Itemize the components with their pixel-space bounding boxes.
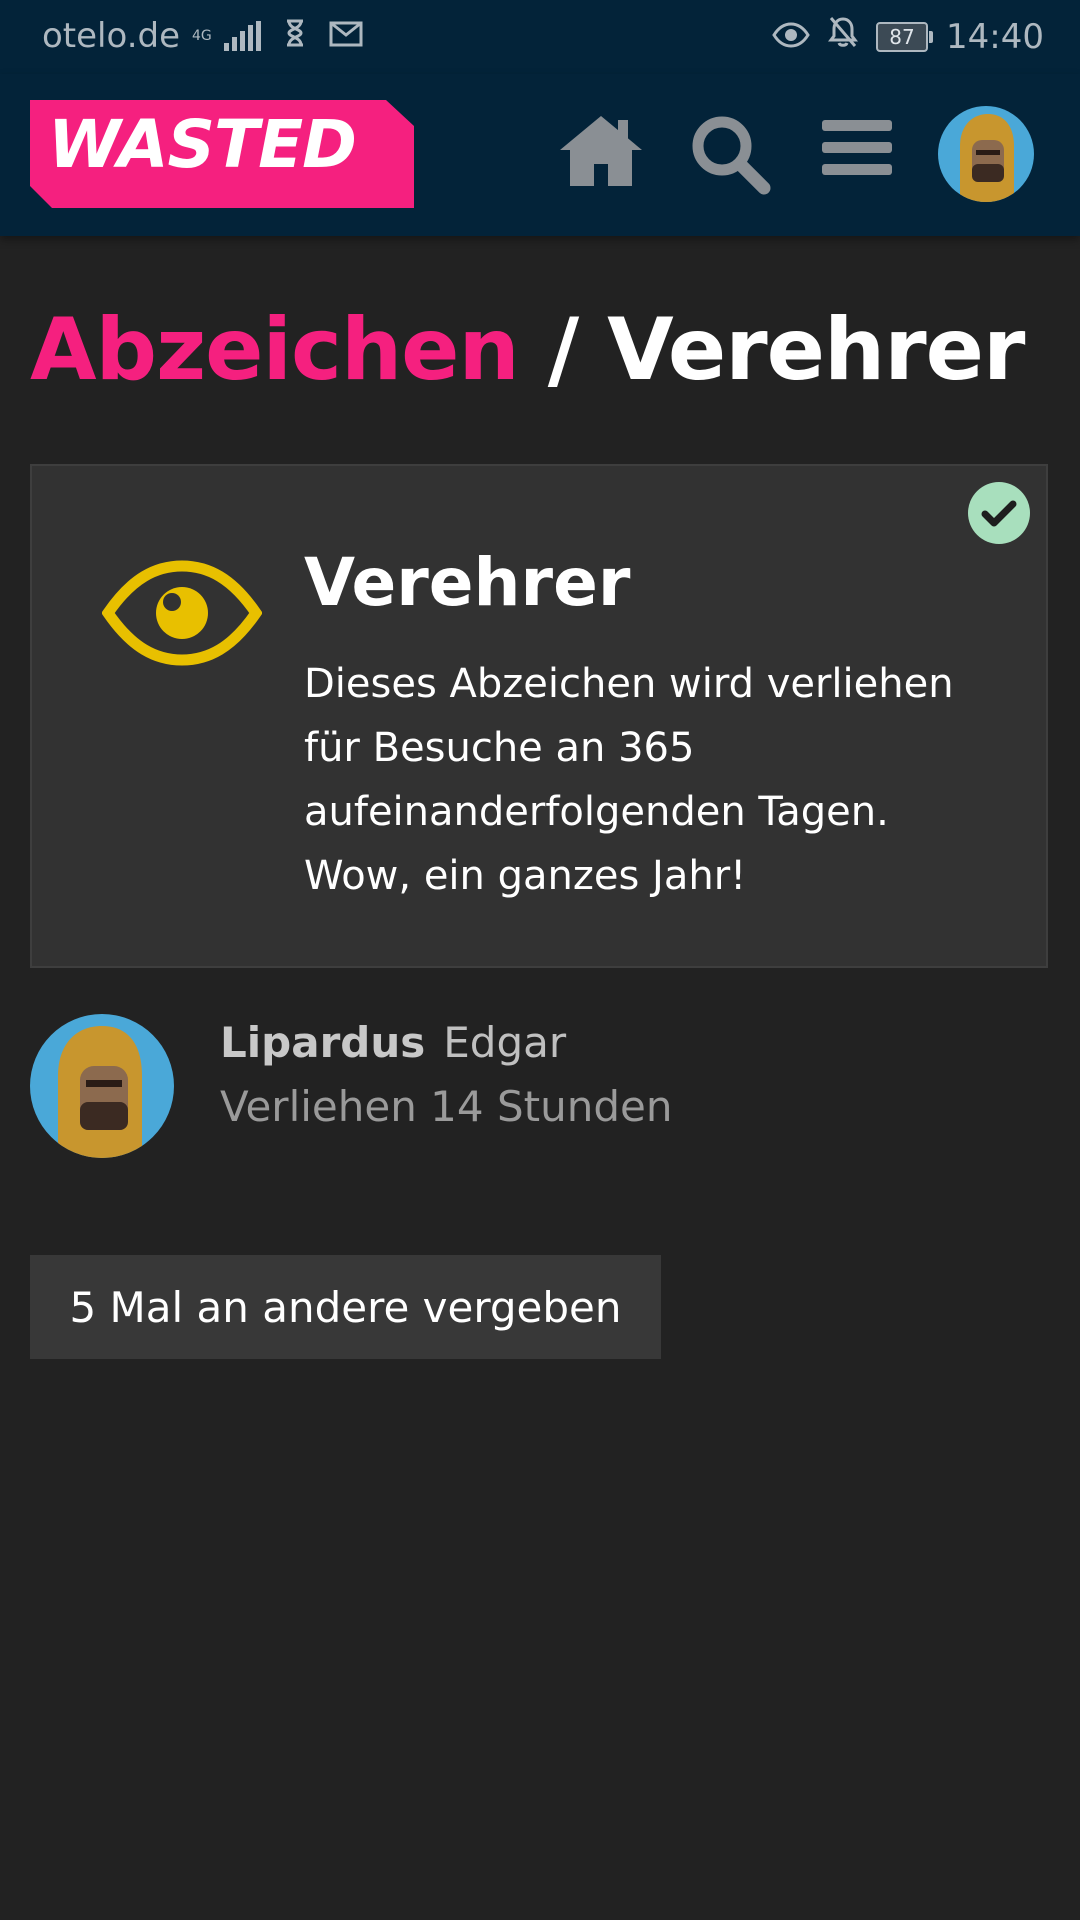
- breadcrumb-badges-link[interactable]: Abzeichen: [30, 300, 520, 400]
- status-left: otelo.de 4G: [42, 16, 363, 56]
- breadcrumb-separator: /: [547, 300, 579, 400]
- home-icon[interactable]: [556, 112, 646, 192]
- site-logo[interactable]: WASTED: [30, 100, 414, 208]
- granted-to-others-button[interactable]: 5 Mal an andere vergeben: [30, 1255, 661, 1359]
- network-type: 4G: [192, 28, 212, 44]
- mail-icon: [329, 16, 363, 56]
- user-avatar[interactable]: [30, 1014, 174, 1158]
- checkmark-icon: [968, 482, 1030, 544]
- avatar[interactable]: [938, 106, 1034, 202]
- page-title: Abzeichen / Verehrer: [30, 300, 1025, 400]
- menu-icon[interactable]: [820, 112, 894, 186]
- eye-icon: [101, 558, 263, 672]
- signal-icon: [223, 21, 261, 51]
- carrier-label: otelo.de: [42, 16, 181, 56]
- eye-comfort-icon: [772, 17, 810, 57]
- breadcrumb-current: Verehrer: [607, 300, 1025, 400]
- status-right: 87 14:40: [772, 16, 1044, 57]
- badge-card: Verehrer Dieses Abzeichen wird verliehen…: [30, 464, 1048, 968]
- battery-icon: 87: [876, 21, 934, 52]
- user-full-name: Edgar: [443, 1018, 567, 1067]
- logo-text: WASTED: [48, 106, 357, 183]
- clock: 14:40: [946, 16, 1044, 57]
- badge-description: Dieses Abzeichen wird verliehen für Besu…: [304, 661, 954, 899]
- grant-user: Lipardus Edgar: [220, 1018, 566, 1067]
- badge-name: Verehrer: [304, 544, 631, 621]
- search-icon[interactable]: [688, 112, 772, 200]
- hourglass-icon: [285, 16, 305, 56]
- site-header: WASTED: [0, 74, 1080, 236]
- bell-off-icon: [828, 16, 859, 57]
- granted-time: Verliehen 14 Stunden: [220, 1082, 673, 1131]
- status-bar: otelo.de 4G 87 14:40: [0, 0, 1080, 74]
- username-link[interactable]: Lipardus: [220, 1018, 425, 1067]
